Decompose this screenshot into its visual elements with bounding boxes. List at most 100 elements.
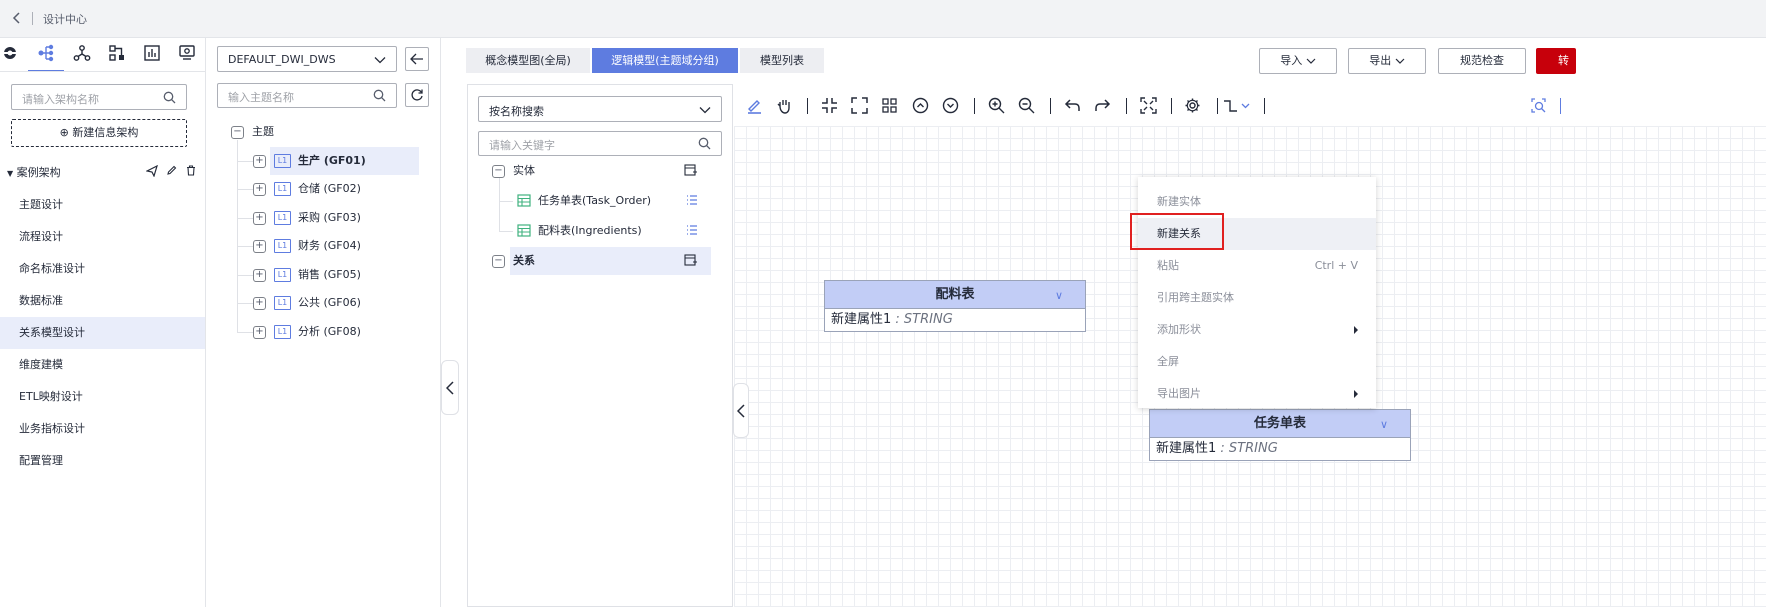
nav-item-process-design[interactable]: 流程设计 xyxy=(0,221,205,253)
spec-check-button[interactable]: 规范检查 xyxy=(1438,48,1526,74)
tree-item-label[interactable]: 分析 (GF08) xyxy=(298,318,361,346)
collapse-panel-button[interactable] xyxy=(405,47,429,71)
nav-item-topic-design[interactable]: 主题设计 xyxy=(0,189,205,221)
tab-conceptual-model[interactable]: 概念模型图(全局) xyxy=(466,48,590,73)
menu-item-reference-entity[interactable]: 引用跨主题实体 xyxy=(1138,282,1376,314)
collapse-down-icon[interactable] xyxy=(942,97,959,114)
entity-attribute-row[interactable]: 新建属性1 : STRING xyxy=(825,308,1085,331)
nav-item-naming-standard[interactable]: 命名标准设计 xyxy=(0,253,205,285)
entity-item[interactable]: 任务单表(Task_Order) xyxy=(538,187,651,215)
expand-up-icon[interactable] xyxy=(912,97,929,114)
expand-toggle[interactable]: + xyxy=(253,240,266,253)
fullscreen-icon[interactable] xyxy=(1140,97,1157,114)
refresh-button[interactable] xyxy=(405,83,429,107)
expand-toggle[interactable]: + xyxy=(253,269,266,282)
search-canvas-icon[interactable] xyxy=(1530,97,1547,114)
tree-root-label[interactable]: 主题 xyxy=(252,118,274,146)
architecture-search-input[interactable]: 请输入架构名称 xyxy=(11,84,187,110)
export-button[interactable]: 导出 xyxy=(1348,48,1426,74)
entity-group-label[interactable]: 实体 xyxy=(513,157,535,185)
expand-toggle[interactable]: + xyxy=(253,155,266,168)
tree-network-icon[interactable] xyxy=(35,44,57,62)
relation-group-row[interactable] xyxy=(510,247,711,275)
edit-icon[interactable] xyxy=(166,165,177,176)
redo-icon[interactable] xyxy=(1094,97,1111,114)
menu-item-add-shape[interactable]: 添加形状 xyxy=(1138,314,1376,346)
tree-item-label[interactable]: 采购 (GF03) xyxy=(298,204,361,232)
hierarchy-icon[interactable] xyxy=(71,44,93,62)
tree-item-label[interactable]: 公共 (GF06) xyxy=(298,289,361,317)
delete-icon[interactable] xyxy=(186,165,196,176)
tab-logical-model[interactable]: 逻辑模型(主题域分组) xyxy=(592,48,738,73)
collapse-toggle[interactable]: − xyxy=(231,126,244,139)
tree-item-label[interactable]: 生产 (GF01) xyxy=(298,147,366,175)
zoom-in-icon[interactable] xyxy=(988,97,1005,114)
search-mode-select[interactable]: 按名称搜索 xyxy=(478,96,722,122)
collapse-entity-panel-handle[interactable] xyxy=(733,383,749,438)
tree-item-label[interactable]: 财务 (GF04) xyxy=(298,232,361,260)
menu-item-paste[interactable]: 粘贴 Ctrl + V xyxy=(1138,250,1376,282)
expand-toggle[interactable]: + xyxy=(253,326,266,339)
add-relation-icon[interactable] xyxy=(684,254,697,266)
relation-group-label[interactable]: 关系 xyxy=(513,247,535,275)
entity-card-header[interactable]: 任务单表 ∨ xyxy=(1150,410,1410,437)
tree-item-label[interactable]: 仓储 (GF02) xyxy=(298,175,361,203)
architecture-icon[interactable] xyxy=(0,44,21,62)
list-icon[interactable] xyxy=(686,225,698,235)
entity-card-header[interactable]: 配料表 ∨ xyxy=(825,281,1085,308)
line-style-dropdown-icon[interactable] xyxy=(1222,97,1252,114)
zoom-out-icon[interactable] xyxy=(1018,97,1035,114)
menu-item-export-image[interactable]: 导出图片 xyxy=(1138,378,1376,410)
nav-item-data-standard[interactable]: 数据标准 xyxy=(0,285,205,317)
new-architecture-button[interactable]: ⊕ 新建信息架构 xyxy=(11,119,187,147)
collapse-sidebar-handle[interactable] xyxy=(441,360,459,415)
flow-diagram-icon[interactable] xyxy=(106,44,128,62)
search-icon[interactable] xyxy=(698,137,711,150)
undo-icon[interactable] xyxy=(1064,97,1081,114)
nav-item-business-metrics[interactable]: 业务指标设计 xyxy=(0,413,205,445)
hand-pan-icon[interactable] xyxy=(776,97,793,114)
tree-line xyxy=(237,218,253,219)
search-icon[interactable] xyxy=(373,89,386,102)
entity-attribute-row[interactable]: 新建属性1 : STRING xyxy=(1150,437,1410,460)
expand-toggle[interactable]: + xyxy=(253,297,266,310)
back-arrow-icon[interactable] xyxy=(10,11,24,25)
entity-card-task-order[interactable]: 任务单表 ∨ 新建属性1 : STRING xyxy=(1149,409,1411,461)
entity-card-ingredients[interactable]: 配料表 ∨ 新建属性1 : STRING xyxy=(824,280,1086,332)
toolbar-separator xyxy=(807,98,808,114)
send-icon[interactable] xyxy=(146,165,158,177)
entity-item[interactable]: 配料表(Ingredients) xyxy=(538,217,642,245)
add-entity-icon[interactable] xyxy=(684,164,697,176)
nav-item-dimensional-model[interactable]: 维度建模 xyxy=(0,349,205,381)
expand-toggle[interactable]: + xyxy=(253,212,266,225)
subject-search-input[interactable]: 输入主题名称 xyxy=(217,83,397,108)
keyword-search-input[interactable]: 请输入关键字 xyxy=(478,131,722,156)
expand-toggle[interactable]: + xyxy=(253,183,266,196)
list-icon[interactable] xyxy=(686,195,698,205)
collapse-toggle[interactable]: − xyxy=(492,255,505,268)
fit-out-icon[interactable] xyxy=(851,97,868,114)
tree-item-label[interactable]: 销售 (GF05) xyxy=(298,261,361,289)
nav-item-relational-model[interactable]: 关系模型设计 xyxy=(0,317,205,349)
brush-icon[interactable] xyxy=(746,97,763,114)
menu-item-fullscreen[interactable]: 全屏 xyxy=(1138,346,1376,378)
monitor-settings-icon[interactable] xyxy=(176,44,198,62)
chevron-down-icon[interactable]: ∨ xyxy=(1055,282,1063,309)
chart-report-icon[interactable] xyxy=(141,44,163,62)
chevron-down-icon[interactable]: ∨ xyxy=(1380,411,1388,438)
level-badge: L1 xyxy=(274,325,291,339)
search-icon[interactable] xyxy=(163,91,176,104)
toolbar-separator xyxy=(1560,98,1561,114)
settings-gear-icon[interactable] xyxy=(1184,97,1201,114)
layout-grid-icon[interactable] xyxy=(881,97,898,114)
nav-item-etl-mapping[interactable]: ETL映射设计 xyxy=(0,381,205,413)
fit-in-icon[interactable] xyxy=(821,97,838,114)
convert-button[interactable]: 转 xyxy=(1536,48,1576,74)
import-button[interactable]: 导入 xyxy=(1259,48,1337,74)
workspace-select[interactable]: DEFAULT_DWI_DWS xyxy=(217,46,397,72)
tab-model-list[interactable]: 模型列表 xyxy=(740,48,824,73)
level-badge: L1 xyxy=(274,211,291,225)
architecture-header[interactable]: ▼ 案例架构 xyxy=(7,164,61,180)
collapse-toggle[interactable]: − xyxy=(492,165,505,178)
nav-item-config-management[interactable]: 配置管理 xyxy=(0,445,205,477)
